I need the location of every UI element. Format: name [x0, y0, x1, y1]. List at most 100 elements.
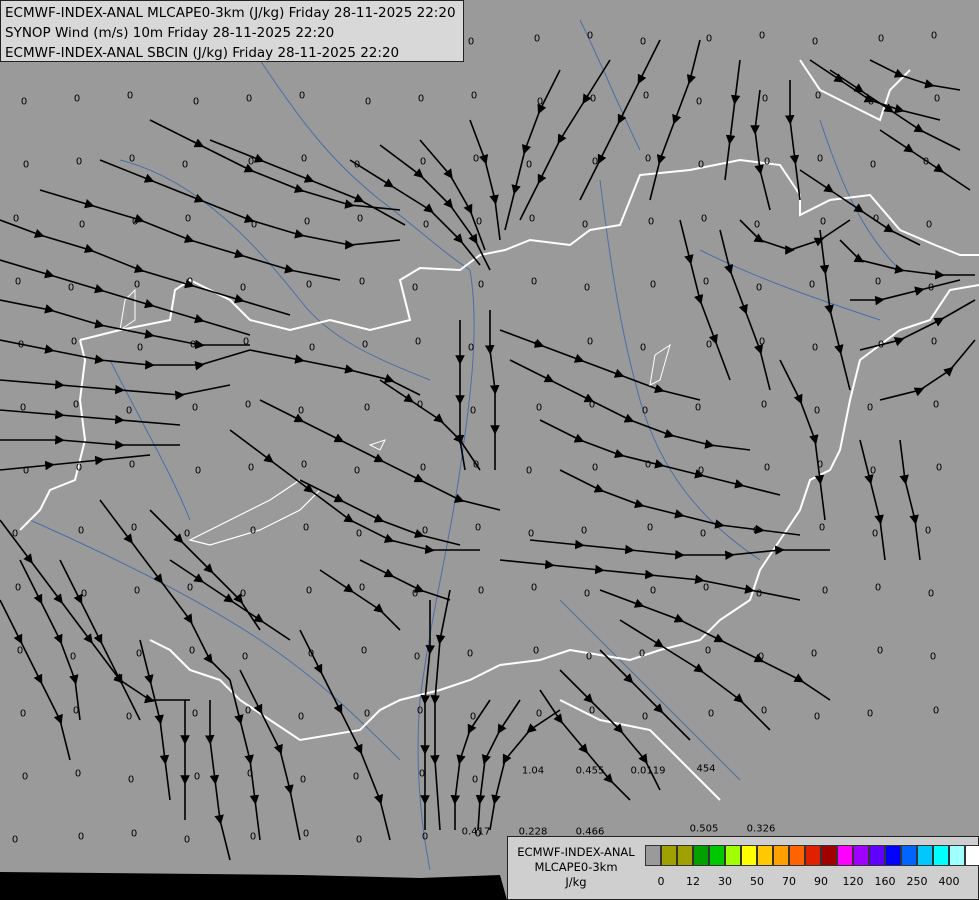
zero-value-label: 0	[300, 459, 308, 471]
zero-value-label: 0	[19, 708, 27, 720]
zero-value-label: 0	[77, 831, 85, 843]
zero-value-label: 0	[353, 159, 361, 171]
zero-value-label: 0	[758, 30, 766, 42]
zero-value-label: 0	[250, 219, 258, 231]
zero-value-label: 0	[469, 711, 477, 723]
zero-value-label: 0	[189, 339, 197, 351]
legend-swatch	[789, 845, 805, 866]
zero-value-label: 0	[700, 213, 708, 225]
zero-value-label: 0	[131, 216, 139, 228]
zero-value-label: 0	[244, 705, 252, 717]
zero-value-label: 0	[244, 399, 252, 411]
zero-value-label: 0	[247, 462, 255, 474]
zero-value-label: 0	[591, 462, 599, 474]
zero-value-label: 0	[181, 159, 189, 171]
zero-value-label: 0	[811, 342, 819, 354]
zero-value-label: 0	[705, 33, 713, 45]
legend-swatch	[821, 845, 837, 866]
zero-value-label: 0	[20, 96, 28, 108]
zero-value-label: 0	[303, 216, 311, 228]
zero-value-label: 0	[757, 651, 765, 663]
zero-value-label: 0	[133, 279, 141, 291]
lakes	[368, 343, 671, 451]
zero-value-label: 0	[930, 336, 938, 348]
zero-value-label: 0	[72, 399, 80, 411]
zero-value-label: 0	[353, 465, 361, 477]
zero-value-label: 0	[297, 405, 305, 417]
zero-value-label: 0	[876, 645, 884, 657]
zero-value-label: 0	[249, 525, 257, 537]
zero-value-label: 0	[414, 336, 422, 348]
zero-value-label: 0	[184, 213, 192, 225]
zero-value-label: 0	[11, 528, 19, 540]
zero-value-label: 0	[135, 648, 143, 660]
zero-value-label: 0	[70, 336, 78, 348]
zero-value-label: 0	[467, 342, 475, 354]
zero-value-label: 0	[695, 96, 703, 108]
streamlines	[0, 39, 976, 861]
zero-value-label: 0	[75, 156, 83, 168]
legend-title-model: ECMWF-INDEX-ANAL	[517, 845, 635, 859]
zero-value-label: 0	[472, 153, 480, 165]
zero-value-label: 0	[586, 336, 594, 348]
legend-swatch	[837, 845, 853, 866]
zero-value-label: 0	[239, 282, 247, 294]
legend-swatch	[661, 845, 677, 866]
legend-swatch	[773, 845, 789, 866]
zero-value-label: 0	[819, 216, 827, 228]
zero-value-label: 0	[694, 402, 702, 414]
zero-value-label: 0	[583, 588, 591, 600]
legend-swatch	[853, 845, 869, 866]
zero-value-label: 0	[758, 336, 766, 348]
legend-tick: 30	[718, 875, 732, 888]
legend-tick: 160	[874, 875, 896, 888]
zero-value-label: 0	[475, 216, 483, 228]
zero-value-label: 0	[704, 645, 712, 657]
zero-value-label: 0	[16, 645, 24, 657]
legend-swatch	[917, 845, 933, 866]
zero-value-label: 0	[874, 582, 882, 594]
title-line-mlcape: ECMWF-INDEX-ANAL MLCAPE0-3km (J/kg) Frid…	[5, 5, 456, 21]
zero-value-label: 0	[583, 282, 591, 294]
zero-value-label: 0	[588, 705, 596, 717]
zero-value-label: 0	[22, 465, 30, 477]
zero-value-label: 0	[877, 33, 885, 45]
zero-value-label: 0	[249, 831, 257, 843]
zero-value-label: 0	[874, 276, 882, 288]
zero-value-label: 0	[525, 159, 533, 171]
zero-value-label: 0	[421, 525, 429, 537]
zero-value-label: 0	[363, 402, 371, 414]
zero-value-label: 0	[127, 774, 135, 786]
zero-value-label: 0	[649, 279, 657, 291]
zero-value-label: 0	[300, 153, 308, 165]
zero-value-label: 0	[922, 156, 930, 168]
legend-swatch	[805, 845, 821, 866]
zero-value-label: 0	[702, 276, 710, 288]
zero-value-label: 0	[816, 153, 824, 165]
zero-value-label: 0	[183, 834, 191, 846]
zero-value-label: 0	[17, 339, 25, 351]
zero-value-label: 0	[580, 525, 588, 537]
zero-value-label: 0	[644, 459, 652, 471]
zero-value-label: 0	[813, 711, 821, 723]
zero-value-label: 0	[533, 339, 541, 351]
legend-tick: 50	[750, 875, 764, 888]
zero-value-label: 0	[126, 90, 134, 102]
zero-value-label: 0	[69, 651, 77, 663]
legend-swatch	[693, 845, 709, 866]
zero-value-label: 0	[411, 588, 419, 600]
map-view[interactable]: 0 0 0 0 0 0 0 0 0 0 0 0 0 0 0 0 0 0 0 0 0 0 0 0 0 0 0 0 0 0 0 0 0 0 0 0 0 0 0 0…	[0, 0, 979, 900]
legend-tick: 12	[686, 875, 700, 888]
zero-value-label: 0	[702, 582, 710, 594]
zero-value-label: 0	[302, 522, 310, 534]
zero-value-label: 0	[641, 711, 649, 723]
zero-value-label: 0	[581, 219, 589, 231]
zero-value-label: 0	[191, 708, 199, 720]
zero-value-label: 0	[466, 648, 474, 660]
country-borders	[19, 59, 979, 801]
legend-tick: 70	[782, 875, 796, 888]
zero-value-label: 0	[130, 828, 138, 840]
zero-value-label: 0	[186, 276, 194, 288]
zero-value-label: 0	[305, 585, 313, 597]
zero-value-label: 0	[133, 585, 141, 597]
